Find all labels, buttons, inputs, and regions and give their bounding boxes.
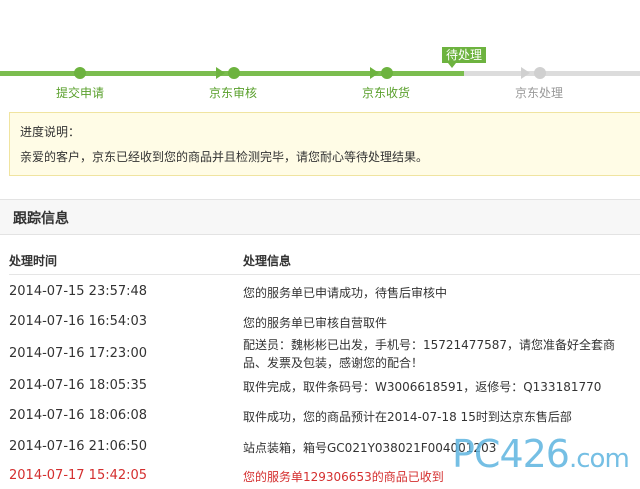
- site-watermark-logo: PC426.com: [452, 432, 630, 476]
- row-time: 2014-07-16 17:23:00: [9, 346, 148, 361]
- progress-tracker: 待处理 提交申请 京东审核 京东收货 京东处理: [0, 0, 640, 108]
- row-info: 您的服务单已审核自营取件: [243, 316, 388, 330]
- progress-track-done-2: [236, 71, 386, 76]
- progress-notice: 进度说明： 亲爱的客户，京东已经收到您的商品并且检测完毕，请您耐心等待处理结果。: [9, 112, 640, 176]
- step-label-receive: 京东收货: [362, 86, 411, 100]
- step-dot-1: [74, 67, 86, 79]
- progress-track-pending-2: [542, 71, 640, 76]
- step-label-review: 京东审核: [209, 86, 258, 100]
- row-info: 取件完成，取件条码号：W3006618591，返修号：Q133181770: [243, 380, 602, 394]
- tracking-title: 跟踪信息: [13, 211, 69, 227]
- watermark-suffix: .com: [568, 444, 630, 474]
- row-time: 2014-07-16 18:06:08: [9, 408, 148, 423]
- column-header-time: 处理时间: [9, 254, 58, 268]
- row-info: 配送员：魏彬彬已出发，手机号：15721477587，请您准备好全套商品、发票及…: [243, 338, 615, 370]
- step-label-process: 京东处理: [515, 86, 564, 100]
- column-header-info: 处理信息: [243, 254, 292, 268]
- step-dot-3: [381, 67, 393, 79]
- header-divider: [9, 274, 640, 275]
- step-label-submit: 提交申请: [56, 86, 105, 100]
- row-time: 2014-07-17 15:42:05: [9, 468, 148, 483]
- row-time: 2014-07-16 18:05:35: [9, 378, 148, 393]
- progress-track-done-1: [0, 71, 230, 76]
- step-arrow-3: [521, 67, 530, 79]
- step-dot-2: [228, 67, 240, 79]
- notice-text: 亲爱的客户，京东已经收到您的商品并且检测完毕，请您耐心等待处理结果。: [20, 150, 429, 164]
- progress-track-done-3: [390, 71, 464, 76]
- watermark-text: PC426: [452, 432, 570, 476]
- current-status-tag: 待处理: [442, 47, 487, 68]
- row-info: 取件成功，您的商品预计在2014-07-18 15时到达京东售后部: [243, 410, 572, 424]
- step-arrow-1: [216, 67, 225, 79]
- row-time: 2014-07-16 21:06:50: [9, 439, 148, 454]
- step-dot-4: [534, 67, 546, 79]
- notice-title: 进度说明：: [20, 125, 81, 139]
- step-arrow-2: [370, 67, 379, 79]
- row-time: 2014-07-15 23:57:48: [9, 284, 148, 299]
- row-info: 您的服务单已申请成功，待售后审核中: [243, 286, 448, 300]
- tracking-header: 跟踪信息: [0, 199, 640, 235]
- row-time: 2014-07-16 16:54:03: [9, 314, 148, 329]
